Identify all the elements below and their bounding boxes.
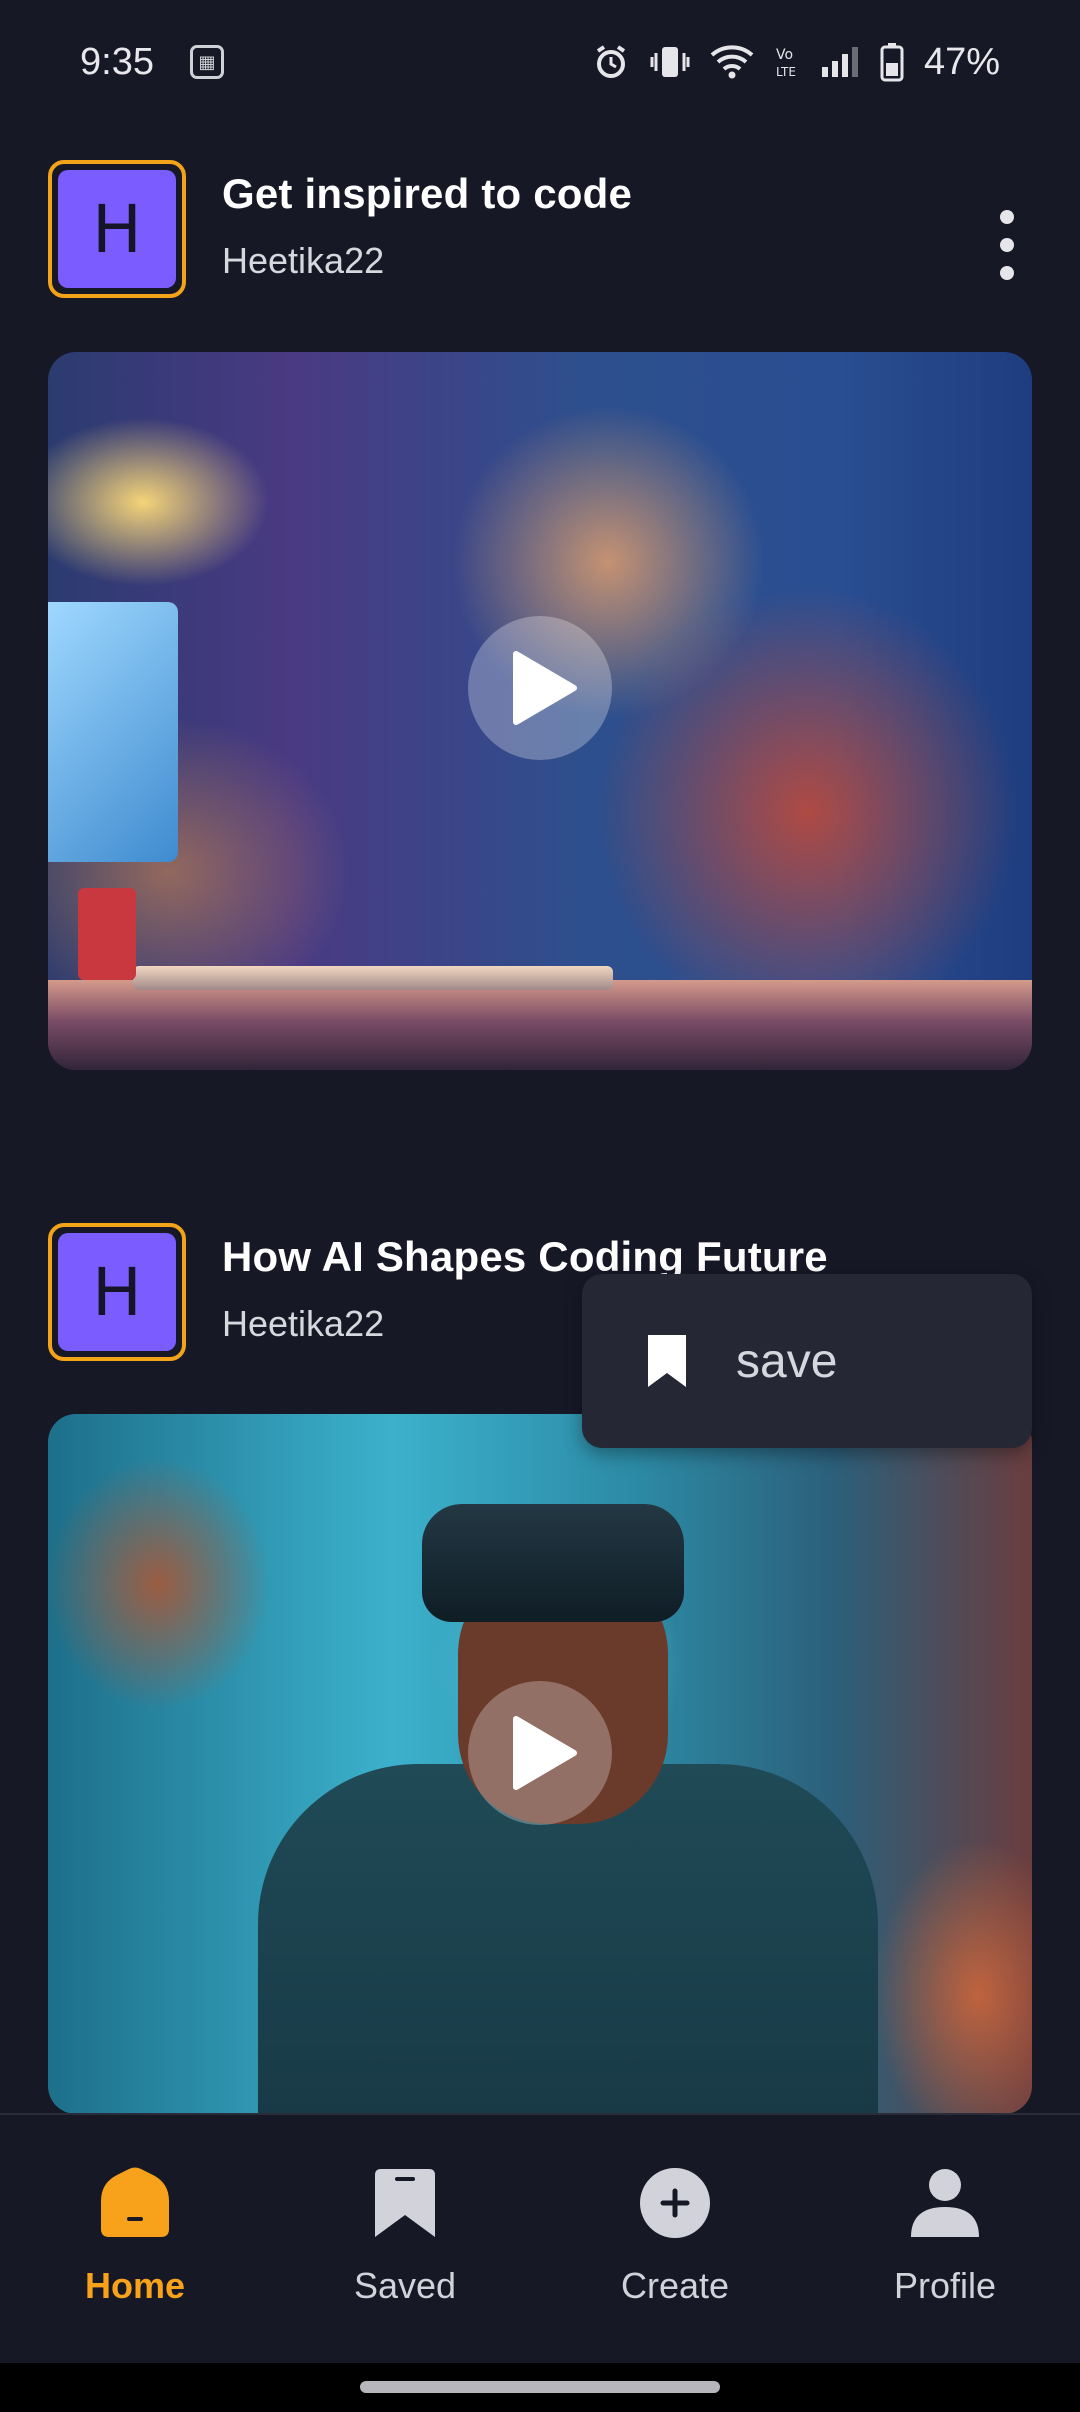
sim-toolkit-icon: ▦ <box>189 45 224 79</box>
avatar-letter: H <box>58 1233 176 1351</box>
bookmark-icon <box>648 1335 686 1387</box>
nav-create[interactable]: Create <box>540 2115 810 2363</box>
person-icon <box>911 2169 979 2237</box>
nav-profile[interactable]: Profile <box>810 2115 1080 2363</box>
wifi-icon <box>710 43 754 81</box>
avatar[interactable]: H <box>48 160 186 298</box>
save-menu-item[interactable]: save <box>736 1334 837 1389</box>
more-dot <box>1000 238 1014 252</box>
thumbnail-laptop <box>133 966 613 990</box>
post-author[interactable]: Heetika22 <box>222 240 384 282</box>
svg-text:LTE: LTE <box>776 65 796 79</box>
thumbnail-cup <box>78 888 136 980</box>
bottom-navigation: Home Saved Create Profile <box>0 2113 1080 2363</box>
more-options-button[interactable] <box>992 210 1022 280</box>
vibrate-icon <box>650 43 690 81</box>
battery-icon <box>880 42 904 82</box>
nav-create-label: Create <box>620 2265 730 2306</box>
play-button[interactable] <box>468 1681 612 1825</box>
signal-icon <box>820 43 860 81</box>
nav-saved-label: Saved <box>353 2265 457 2306</box>
thumbnail-desk <box>48 980 1032 1070</box>
avatar[interactable]: H <box>48 1223 186 1361</box>
more-dot <box>1000 266 1014 280</box>
video-thumbnail[interactable] <box>48 1414 1032 2114</box>
nav-saved[interactable]: Saved <box>270 2115 540 2363</box>
svg-text:Vo: Vo <box>776 47 793 63</box>
nav-home-label: Home <box>84 2265 186 2306</box>
play-button[interactable] <box>468 616 612 760</box>
nav-home[interactable]: Home <box>0 2115 270 2363</box>
play-icon <box>513 651 577 725</box>
post-title[interactable]: Get inspired to code <box>222 170 632 218</box>
feed-post: H Get inspired to code Heetika22 <box>48 160 1032 1070</box>
home-icon <box>101 2167 169 2237</box>
video-thumbnail[interactable] <box>48 352 1032 1070</box>
plus-circle-icon <box>640 2168 710 2238</box>
home-indicator[interactable] <box>360 2381 720 2393</box>
alarm-icon <box>592 43 630 81</box>
nav-profile-label: Profile <box>893 2265 997 2306</box>
thumbnail-monitor <box>48 602 178 862</box>
avatar-letter: H <box>58 170 176 288</box>
battery-percent: 47% <box>923 40 1000 83</box>
post-header: H Get inspired to code Heetika22 <box>48 160 1032 300</box>
play-icon <box>513 1716 577 1790</box>
thumbnail-vr-headset <box>422 1504 684 1622</box>
bookmark-icon <box>375 2169 435 2237</box>
volte-icon: Vo LTE <box>774 43 800 81</box>
status-icons: Vo LTE 47% <box>592 41 1000 84</box>
post-options-menu: save <box>582 1274 1032 1448</box>
more-dot <box>1000 210 1014 224</box>
status-time: 9:35 <box>80 40 154 83</box>
status-bar: 9:35 ▦ Vo LTE 47% <box>0 0 1080 124</box>
post-author[interactable]: Heetika22 <box>222 1303 384 1345</box>
